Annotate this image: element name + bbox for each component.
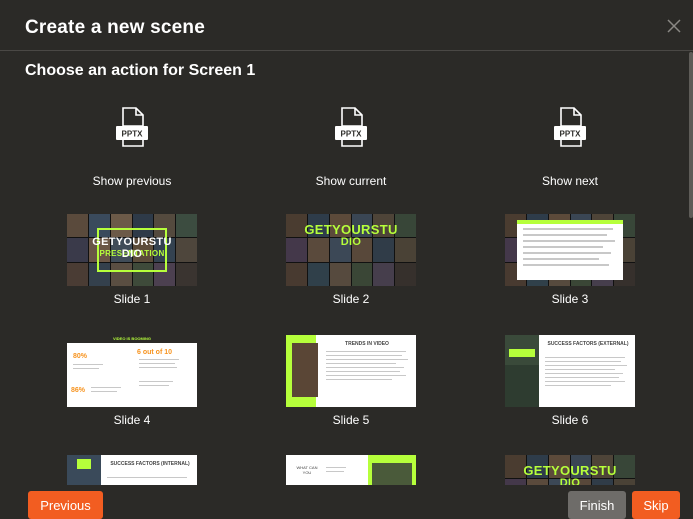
slide-8-thumbnail: WHAT CAN YOU bbox=[286, 455, 416, 485]
pptx-icon: PPTX bbox=[335, 107, 367, 147]
slide-6-heading: SUCCESS FACTORS (EXTERNAL) bbox=[547, 341, 629, 347]
slide-9-title-2: DIO bbox=[559, 477, 581, 485]
slide-1-thumbnail: GETYOURSTU PRESENTATION DIO bbox=[67, 214, 197, 286]
slide-4-stat-1: 80% bbox=[73, 353, 88, 360]
slide-2-title: GETYOURSTU bbox=[304, 222, 398, 237]
slide-4-option[interactable]: VIDEO IS BOOMING 80% 6 out of 10 86% Sli… bbox=[32, 335, 232, 427]
show-previous-label: Show previous bbox=[92, 174, 172, 188]
close-icon[interactable] bbox=[664, 16, 684, 36]
show-previous-option[interactable]: PPTX Show previous bbox=[32, 106, 232, 188]
dialog-header: Create a new scene bbox=[0, 0, 693, 51]
slide-2-thumbnail: GETYOURSTU DIO bbox=[286, 214, 416, 286]
svg-text:PPTX: PPTX bbox=[560, 130, 582, 139]
slide-4-header: VIDEO IS BOOMING bbox=[112, 336, 151, 341]
slide-9-option[interactable]: GETYOURSTU DIO bbox=[470, 455, 670, 485]
pptx-icon: PPTX bbox=[554, 107, 586, 147]
slide-3-thumbnail bbox=[505, 214, 635, 286]
show-next-option[interactable]: PPTX Show next bbox=[470, 106, 670, 188]
svg-text:PPTX: PPTX bbox=[341, 130, 363, 139]
finish-button[interactable]: Finish bbox=[568, 491, 626, 519]
dialog-subtitle: Choose an action for Screen 1 bbox=[25, 62, 256, 79]
slide-6-label: Slide 6 bbox=[551, 413, 589, 427]
show-current-option[interactable]: PPTX Show current bbox=[251, 106, 451, 188]
skip-button[interactable]: Skip bbox=[632, 491, 680, 519]
slide-9-title: GETYOURSTU bbox=[523, 463, 617, 478]
pptx-icon: PPTX bbox=[116, 107, 148, 147]
slide-1-title: GETYOURSTU bbox=[92, 236, 172, 248]
slide-5-label: Slide 5 bbox=[332, 413, 370, 427]
slide-4-label: Slide 4 bbox=[113, 413, 151, 427]
svg-text:PPTX: PPTX bbox=[122, 130, 144, 139]
slide-3-label: Slide 3 bbox=[551, 292, 589, 306]
slide-7-thumbnail: SUCCESS FACTORS (INTERNAL) bbox=[67, 455, 197, 485]
previous-button[interactable]: Previous bbox=[28, 491, 103, 519]
dialog-title: Create a new scene bbox=[25, 17, 205, 38]
slide-8-heading: WHAT CAN YOU bbox=[296, 465, 318, 475]
show-current-label: Show current bbox=[315, 174, 387, 188]
create-scene-dialog: Create a new scene Choose an action for … bbox=[0, 0, 693, 519]
slide-2-title-2: DIO bbox=[340, 236, 362, 248]
slide-2-label: Slide 2 bbox=[332, 292, 370, 306]
slide-4-thumbnail: VIDEO IS BOOMING 80% 6 out of 10 86% bbox=[67, 335, 197, 407]
slide-5-heading: TRENDS IN VIDEO bbox=[345, 341, 389, 347]
show-next-label: Show next bbox=[541, 174, 599, 188]
slide-3-option[interactable]: Slide 3 bbox=[470, 214, 670, 306]
slide-7-option[interactable]: SUCCESS FACTORS (INTERNAL) bbox=[32, 455, 232, 485]
slide-7-heading: SUCCESS FACTORS (INTERNAL) bbox=[110, 461, 190, 467]
slide-2-option[interactable]: GETYOURSTU DIO Slide 2 bbox=[251, 214, 451, 306]
slide-5-option[interactable]: TRENDS IN VIDEO Slide 5 bbox=[251, 335, 451, 427]
slide-1-option[interactable]: GETYOURSTU PRESENTATION DIO Slide 1 bbox=[32, 214, 232, 306]
slide-4-stat-3: 86% bbox=[71, 387, 86, 394]
slide-5-thumbnail: TRENDS IN VIDEO bbox=[286, 335, 416, 407]
slide-1-label: Slide 1 bbox=[113, 292, 151, 306]
scene-options-grid: PPTX Show previous PPTX Show current PPT… bbox=[0, 90, 690, 485]
slide-6-thumbnail: SUCCESS FACTORS (EXTERNAL) bbox=[505, 335, 635, 407]
slide-4-stat-2: 6 out of 10 bbox=[137, 349, 173, 356]
slide-6-option[interactable]: SUCCESS FACTORS (EXTERNAL) Slide 6 bbox=[470, 335, 670, 427]
slide-9-thumbnail: GETYOURSTU DIO bbox=[505, 455, 635, 485]
slide-8-option[interactable]: WHAT CAN YOU bbox=[251, 455, 451, 485]
slide-1-title-2: DIO bbox=[121, 248, 143, 260]
